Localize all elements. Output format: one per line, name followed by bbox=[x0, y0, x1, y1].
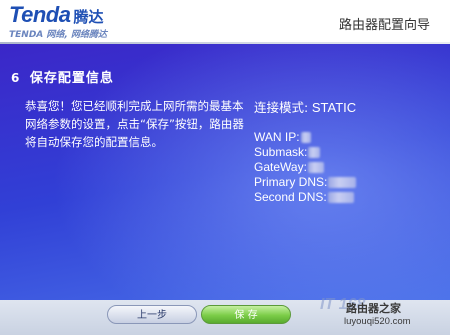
content-panel: 6 保存配置信息 恭喜您！您已经顺利完成上网所需的最基本网络参数的设置，点击“保… bbox=[0, 44, 450, 335]
section-title: 6 保存配置信息 bbox=[11, 67, 114, 86]
watermark-url: luyouqi520.com bbox=[344, 316, 411, 327]
save-button[interactable]: 保 存 bbox=[201, 305, 291, 324]
step-number-icon: 6 bbox=[11, 71, 21, 85]
slogan: TENDA 网络, 网络腾达 bbox=[9, 30, 107, 40]
wan-ip-value-redacted bbox=[300, 132, 311, 143]
congratulation-text: 恭喜您！您已经顺利完成上网所需的最基本网络参数的设置，点击“保存”按钮，路由器将… bbox=[25, 99, 244, 149]
logo-text-cn: 腾达 bbox=[73, 8, 104, 26]
second-dns-value-redacted bbox=[327, 192, 354, 203]
second-dns-row: Second DNS: bbox=[254, 190, 356, 205]
watermark-site-name: 路由器之家 bbox=[346, 302, 401, 315]
connection-mode: 连接模式: STATIC bbox=[254, 97, 356, 116]
prev-button[interactable]: 上一步 bbox=[107, 305, 197, 324]
primary-dns-label: Primary DNS: bbox=[254, 175, 328, 189]
logo-text-en: Tenda bbox=[9, 2, 71, 27]
connection-mode-label: 连接模式: bbox=[254, 100, 309, 115]
wan-ip-row: WAN IP: bbox=[254, 130, 356, 145]
section-title-text: 保存配置信息 bbox=[29, 71, 114, 86]
submask-value-redacted bbox=[308, 147, 321, 158]
primary-dns-value-redacted bbox=[328, 177, 357, 188]
wan-ip-label: WAN IP: bbox=[254, 130, 300, 144]
second-dns-label: Second DNS: bbox=[254, 190, 327, 204]
connection-mode-value: STATIC bbox=[311, 100, 357, 115]
gateway-row: GateWay: bbox=[254, 160, 356, 175]
connection-info: 连接模式: STATIC WAN IP: Submask: GateWay: P… bbox=[254, 97, 357, 205]
gateway-value-redacted bbox=[307, 162, 324, 173]
tenda-logo: Tenda 腾达 bbox=[9, 2, 104, 27]
primary-dns-row: Primary DNS: bbox=[254, 175, 357, 190]
submask-label: Submask: bbox=[254, 145, 308, 159]
gateway-label: GateWay: bbox=[254, 160, 307, 174]
wizard-title: 路由器配置向导 bbox=[338, 18, 430, 33]
site-watermark: IT 168 路由器之家 luyouqi520.com bbox=[320, 296, 448, 332]
header: Tenda 腾达 TENDA 网络, 网络腾达 路由器配置向导 bbox=[0, 0, 450, 44]
submask-row: Submask: bbox=[254, 145, 356, 160]
